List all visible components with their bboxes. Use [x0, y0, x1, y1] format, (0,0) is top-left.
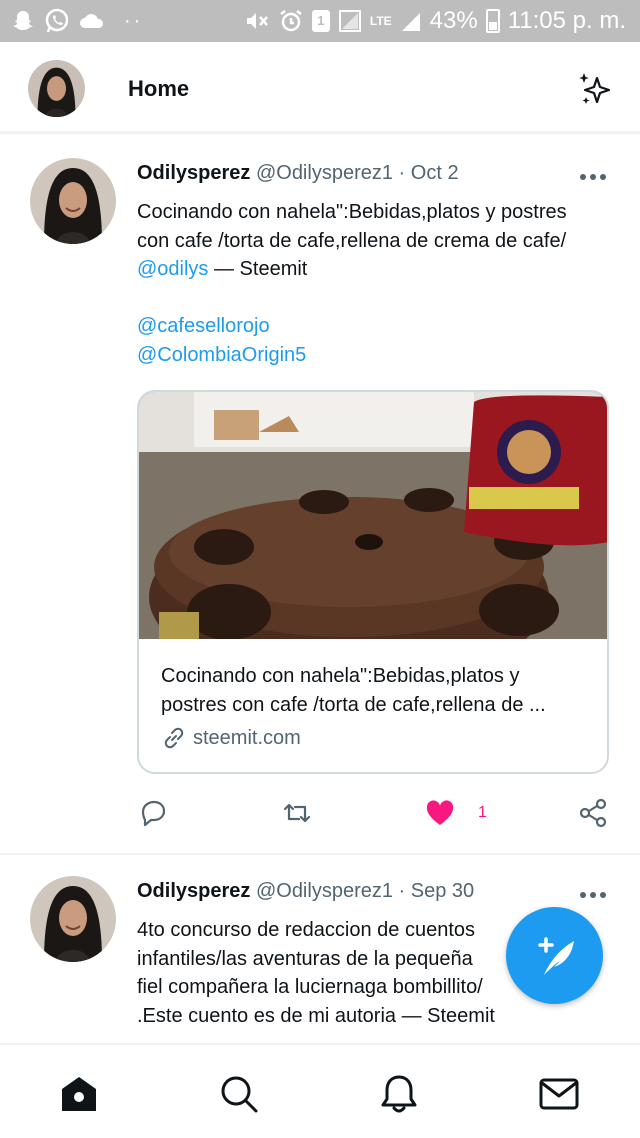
avatar-image [30, 876, 116, 962]
page-title: Home [128, 76, 190, 101]
battery-icon [485, 9, 500, 33]
bottom-navigation [0, 1043, 640, 1138]
separator-dot: · [398, 162, 406, 184]
compose-tweet-button[interactable] [506, 907, 603, 1004]
tweet[interactable]: Odilysperez @Odilysperez1 · Oct 2 Cocina… [0, 137, 640, 855]
cloud-icon [80, 14, 104, 28]
tweet-text-line: .Este cuento es de mi autoria — Steemit [137, 1004, 495, 1027]
clock: 11:05 p. m. [507, 7, 626, 34]
like-count: 1 [478, 804, 487, 821]
card-title: Cocinando con nahela":Bebidas,platos y p… [161, 662, 591, 719]
tweet-author-avatar[interactable] [30, 876, 116, 962]
reply-icon[interactable] [137, 797, 169, 829]
messages-icon[interactable] [538, 1073, 580, 1115]
like-icon-filled[interactable] [424, 797, 456, 829]
author-name[interactable]: Odilysperez [137, 880, 250, 902]
avatar-image [28, 60, 85, 117]
tweet-text-fragment: — Steemit [208, 258, 308, 280]
mention-link[interactable]: @ColombiaOrigin5 [137, 341, 617, 370]
alarm-icon [280, 10, 302, 32]
card-domain: steemit.com [161, 725, 301, 751]
status-bar: ·· 1 LTE 43% 11:05 p. m. [0, 0, 640, 42]
sim-badge: 1 [311, 10, 330, 32]
top-header: Home [0, 42, 640, 134]
tweet-text-line: Cocinando con nahela":Bebidas,platos y p… [137, 201, 567, 223]
author-handle[interactable]: @Odilysperez1 [256, 880, 393, 902]
tweet-header: Odilysperez @Odilysperez1 · Oct 2 [137, 162, 459, 185]
retweet-icon[interactable] [281, 797, 313, 829]
more-options-icon[interactable] [578, 174, 608, 184]
card-title-line: postres con cafe /torta de cafe,rellena … [161, 693, 546, 716]
link-preview-card[interactable]: Cocinando con nahela":Bebidas,platos y p… [137, 390, 609, 774]
link-icon [164, 727, 184, 749]
lte-label: LTE [369, 14, 392, 28]
sparkle-icon[interactable] [576, 70, 614, 108]
card-domain-text: steemit.com [193, 726, 301, 749]
battery-percent: 43% [429, 7, 478, 34]
more-options-icon[interactable] [578, 892, 608, 902]
status-dots: ·· [124, 9, 144, 32]
tweet-date[interactable]: Oct 2 [411, 162, 459, 184]
avatar-image [30, 158, 116, 244]
separator-dot: · [398, 880, 406, 902]
card-title-line: Cocinando con nahela":Bebidas,platos y [161, 665, 520, 687]
signal-icon [338, 10, 361, 32]
tweet-text-line: con cafe /torta de cafe,rellena de crema… [137, 229, 567, 252]
status-bar-left: ·· [10, 6, 143, 36]
share-icon[interactable] [577, 797, 609, 829]
tweet-actions: 1 [0, 797, 640, 833]
profile-avatar[interactable] [28, 60, 85, 117]
mention-link[interactable]: @cafesellorojo [137, 312, 617, 341]
signal-bars-icon [401, 13, 420, 31]
status-bar-right: 1 LTE 43% 11:05 p. m. [244, 6, 626, 36]
tweet-text-fragment: infantiles/las aventuras de la pequeña [137, 947, 473, 970]
home-icon[interactable] [58, 1073, 100, 1115]
tweet-text: Cocinando con nahela":Bebidas,platos y p… [137, 198, 617, 369]
mention-link[interactable]: @odilys [137, 258, 208, 280]
snapchat-icon [13, 11, 33, 30]
tweet-text-line: @odilys — Steemit [137, 255, 617, 284]
search-icon[interactable] [218, 1073, 260, 1115]
author-name[interactable]: Odilysperez [137, 162, 250, 184]
tweet-header: Odilysperez @Odilysperez1 · Sep 30 [137, 880, 474, 903]
notifications-icon[interactable] [378, 1073, 420, 1115]
whatsapp-icon [45, 8, 69, 33]
mute-icon [246, 13, 268, 29]
compose-feather-icon [538, 937, 574, 975]
card-image [139, 392, 607, 639]
tweet-date[interactable]: Sep 30 [411, 880, 474, 902]
tweet-author-avatar[interactable] [30, 158, 116, 244]
author-handle[interactable]: @Odilysperez1 [256, 162, 393, 184]
